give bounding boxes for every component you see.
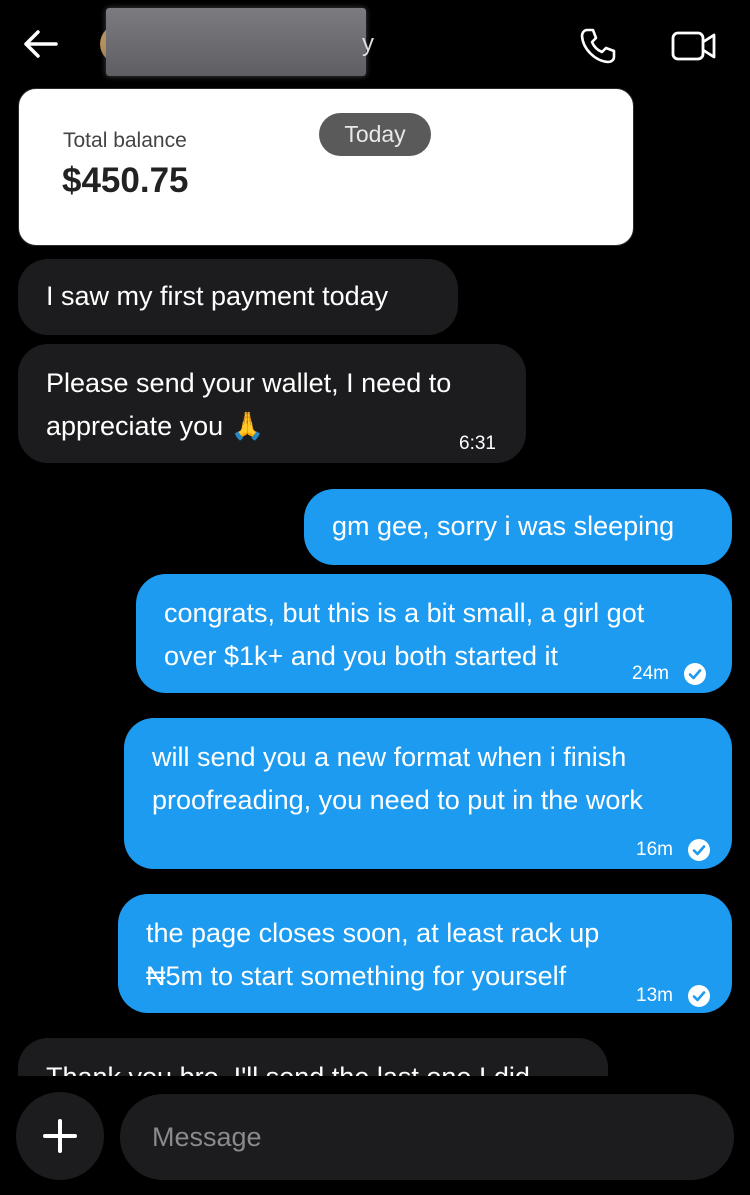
read-receipt-icon [688, 984, 711, 1007]
message-time: 13m [636, 985, 673, 1006]
composer-bar [0, 1076, 750, 1195]
message-text-line: ₦5m to start something for yourself [146, 961, 567, 991]
chat-header: y [0, 0, 750, 88]
message-text-line: will send you a new format when i finish [152, 742, 627, 772]
balance-card: Total balance $450.75 [18, 88, 634, 246]
balance-amount: $450.75 [62, 161, 189, 200]
outgoing-message[interactable]: the page closes soon, at least rack up ₦… [118, 894, 732, 1013]
message-time: 24m [632, 663, 669, 684]
add-attachment-button[interactable] [16, 1092, 104, 1180]
message-input[interactable] [120, 1094, 734, 1180]
phone-icon[interactable] [578, 26, 618, 66]
plus-icon [43, 1119, 77, 1153]
message-time: 16m [636, 839, 673, 860]
date-separator-pill: Today [319, 113, 431, 156]
contact-name-tail: y [362, 30, 374, 57]
incoming-message[interactable]: I saw my first payment today [18, 259, 458, 335]
outgoing-message[interactable]: gm gee, sorry i was sleeping [304, 489, 732, 565]
message-text-line: appreciate you 🙏 [46, 411, 265, 441]
outgoing-message[interactable]: will send you a new format when i finish… [124, 718, 732, 869]
message-text: I saw my first payment today [46, 281, 389, 311]
message-text-line: over $1k+ and you both started it [164, 641, 559, 671]
incoming-message[interactable]: Thank you bro, I'll send the last one I … [18, 1038, 608, 1076]
outgoing-message[interactable]: congrats, but this is a bit small, a gir… [136, 574, 732, 693]
incoming-message[interactable]: Please send your wallet, I need to appre… [18, 344, 526, 463]
message-text: gm gee, sorry i was sleeping [332, 511, 675, 541]
back-arrow-icon[interactable] [22, 28, 58, 60]
message-text: Thank you bro, I'll send the last one I … [46, 1062, 530, 1076]
read-receipt-icon [684, 662, 707, 685]
message-text-line: proofreading, you need to put in the wor… [152, 785, 643, 815]
redacted-contact-name [106, 8, 366, 76]
message-text-line: the page closes soon, at least rack up [146, 918, 600, 948]
video-camera-icon[interactable] [670, 28, 718, 64]
message-list-clip: Thank you bro, I'll send the last one I … [18, 1038, 608, 1076]
message-text-line: Please send your wallet, I need to [46, 368, 452, 398]
read-receipt-icon [688, 838, 711, 861]
message-text-line: congrats, but this is a bit small, a gir… [164, 598, 645, 628]
balance-label: Total balance [63, 129, 187, 152]
message-time: 6:31 [459, 433, 496, 454]
